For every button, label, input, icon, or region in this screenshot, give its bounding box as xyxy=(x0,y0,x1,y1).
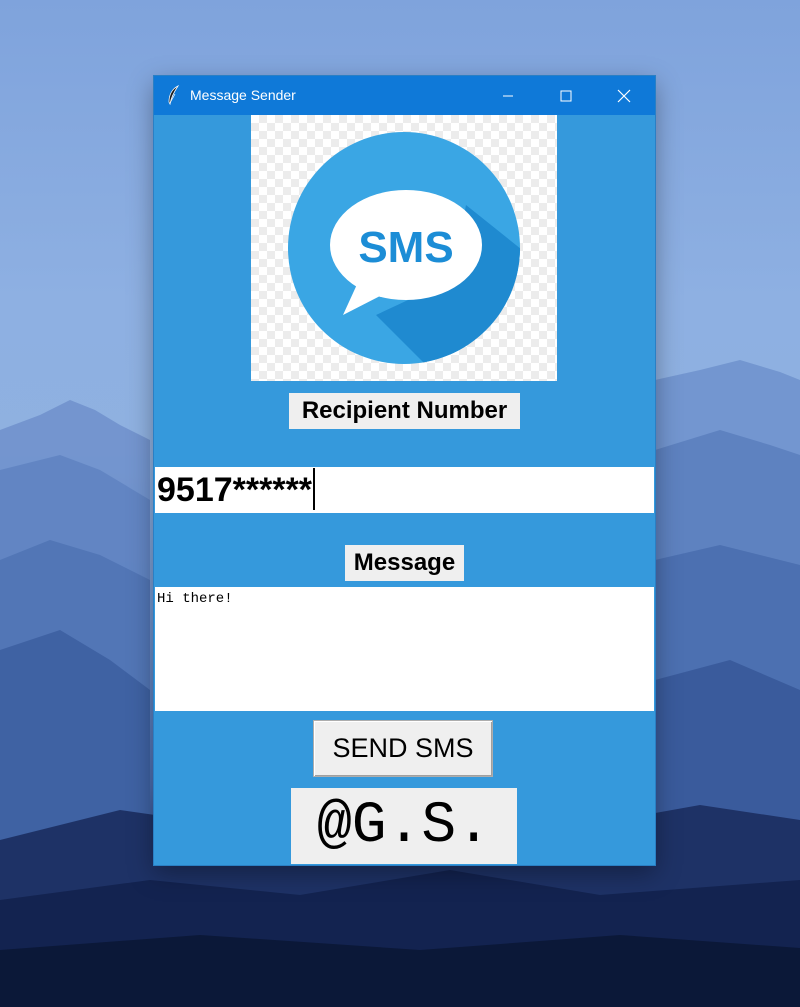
message-textarea[interactable]: Hi there! xyxy=(155,587,654,711)
minimize-icon xyxy=(503,95,513,96)
close-icon xyxy=(617,89,631,102)
window-title: Message Sender xyxy=(190,87,296,103)
recipient-number-value: 9517****** xyxy=(157,471,313,509)
recipient-number-input[interactable]: 9517****** xyxy=(155,467,654,513)
send-sms-button[interactable]: SEND SMS xyxy=(313,720,493,777)
maximize-button[interactable] xyxy=(543,76,589,115)
message-label: Message xyxy=(345,545,464,581)
minimize-button[interactable] xyxy=(485,76,531,115)
author-signature: @G.S. xyxy=(291,788,517,864)
maximize-icon xyxy=(560,90,572,101)
sms-logo-text: SMS xyxy=(358,223,453,272)
text-caret xyxy=(313,468,316,511)
feather-icon xyxy=(168,85,180,105)
recipient-number-label: Recipient Number xyxy=(289,393,520,429)
message-sender-window: Message Sender SMS Recipient Number 9517… xyxy=(154,76,655,865)
sms-logo-icon: SMS xyxy=(288,132,520,364)
close-button[interactable] xyxy=(601,76,647,115)
sms-logo: SMS xyxy=(251,115,557,381)
title-bar[interactable]: Message Sender xyxy=(154,76,655,115)
